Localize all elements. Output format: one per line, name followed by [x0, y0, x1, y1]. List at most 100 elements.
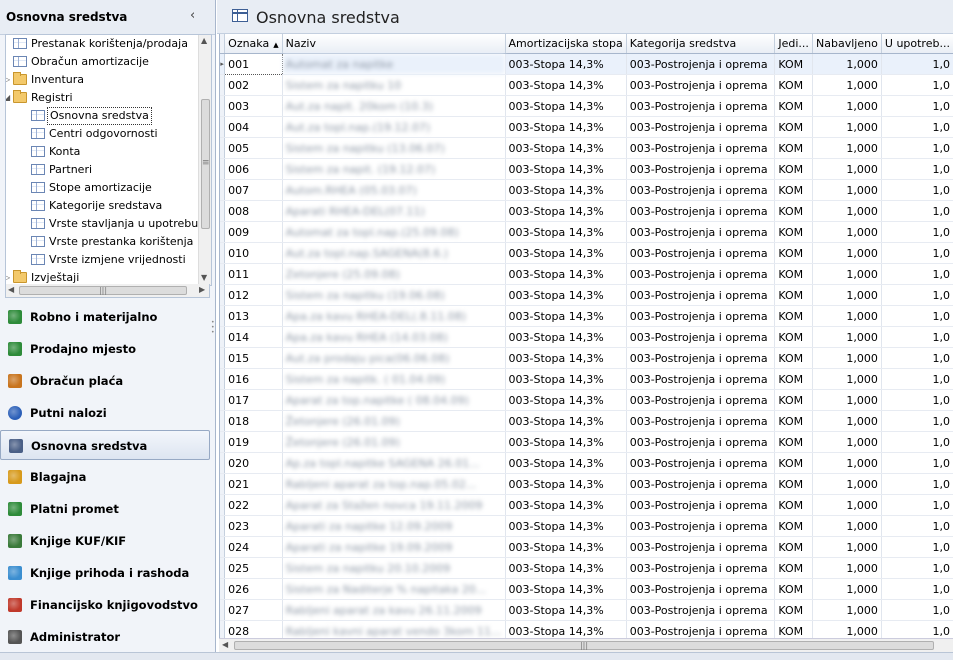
module-bar-chart[interactable]: Financijsko knjigovodstvo: [0, 590, 210, 620]
cell-naziv[interactable]: Aparati za napitke 19.09.2009: [282, 536, 506, 558]
grid-hscroll-thumb[interactable]: |||: [234, 641, 934, 650]
cell-nab[interactable]: 1,000: [812, 431, 882, 453]
cell-naziv[interactable]: Žetonjere (26.01.09): [282, 431, 506, 453]
cell-naziv[interactable]: Apa.za kavu RHEA-DEL(.8.11.08): [282, 305, 506, 327]
cell-stopa[interactable]: 003-Stopa 14,3%: [505, 326, 627, 348]
cell-upo[interactable]: 1,0: [881, 620, 953, 638]
module-cash[interactable]: Blagajna: [0, 462, 210, 492]
cell-naziv[interactable]: Apa.za kavu RHEA (14.03.08): [282, 326, 506, 348]
cell-jed[interactable]: KOM: [774, 221, 814, 243]
cell-kategorija[interactable]: 003-Postrojenja i oprema: [626, 578, 776, 600]
cell-stopa[interactable]: 003-Stopa 14,3%: [505, 452, 627, 474]
cell-kategorija[interactable]: 003-Postrojenja i oprema: [626, 116, 776, 138]
cell-nab[interactable]: 1,000: [812, 473, 882, 495]
cell-jed[interactable]: KOM: [774, 431, 814, 453]
cell-jed[interactable]: KOM: [774, 200, 814, 222]
cell-nab[interactable]: 1,000: [812, 305, 882, 327]
cell-jed[interactable]: KOM: [774, 578, 814, 600]
cell-jed[interactable]: KOM: [774, 620, 814, 638]
cell-kategorija[interactable]: 003-Postrojenja i oprema: [626, 179, 776, 201]
table-row[interactable]: 025 Sistem za napitku 20.10.2009 003-Stopa…: [220, 557, 953, 579]
cell-nab[interactable]: 1,000: [812, 284, 882, 306]
cell-naziv[interactable]: Rabljeni aparat za top.nap.05.02...: [282, 473, 506, 495]
cell-upo[interactable]: 1,0: [881, 347, 953, 369]
cell-oznaka[interactable]: 025: [224, 557, 283, 579]
cell-naziv[interactable]: Aparat za top.napitke ( 08.04.09): [282, 389, 506, 411]
cell-jed[interactable]: KOM: [774, 494, 814, 516]
scroll-left-icon[interactable]: ◀: [8, 285, 14, 294]
table-row[interactable]: 021 Rabljeni aparat za top.nap.05.02... 00…: [220, 473, 953, 495]
cell-jed[interactable]: KOM: [774, 536, 814, 558]
column-header-naziv[interactable]: Naziv: [282, 34, 506, 54]
cell-oznaka[interactable]: 004: [224, 116, 283, 138]
cell-oznaka[interactable]: 005: [224, 137, 283, 159]
cell-nab[interactable]: 1,000: [812, 347, 882, 369]
cell-stopa[interactable]: 003-Stopa 14,3%: [505, 53, 627, 75]
cell-kategorija[interactable]: 003-Postrojenja i oprema: [626, 158, 776, 180]
cell-jed[interactable]: KOM: [774, 515, 814, 537]
module-shield[interactable]: Knjige prihoda i rashoda: [0, 558, 210, 588]
cell-upo[interactable]: 1,0: [881, 473, 953, 495]
cell-upo[interactable]: 1,0: [881, 137, 953, 159]
cell-stopa[interactable]: 003-Stopa 14,3%: [505, 179, 627, 201]
cell-nab[interactable]: 1,000: [812, 578, 882, 600]
cell-stopa[interactable]: 003-Stopa 14,3%: [505, 578, 627, 600]
cell-stopa[interactable]: 003-Stopa 14,3%: [505, 410, 627, 432]
cell-kategorija[interactable]: 003-Postrojenja i oprema: [626, 326, 776, 348]
cell-oznaka[interactable]: 014: [224, 326, 283, 348]
cell-kategorija[interactable]: 003-Postrojenja i oprema: [626, 452, 776, 474]
cell-stopa[interactable]: 003-Stopa 14,3%: [505, 620, 627, 638]
cell-oznaka[interactable]: 011: [224, 263, 283, 285]
cell-kategorija[interactable]: 003-Postrojenja i oprema: [626, 536, 776, 558]
cell-nab[interactable]: 1,000: [812, 200, 882, 222]
cell-upo[interactable]: 1,0: [881, 53, 953, 75]
table-row[interactable]: 010 Aut.za topl.nap.SAGENA(8.6.) 003-Stopa…: [220, 242, 953, 264]
table-row[interactable]: 024 Aparati za napitke 19.09.2009 003-Stop…: [220, 536, 953, 558]
cell-kategorija[interactable]: 003-Postrojenja i oprema: [626, 368, 776, 390]
cell-stopa[interactable]: 003-Stopa 14,3%: [505, 74, 627, 96]
table-row[interactable]: 005 Sistem za napitku (13.06.07) 003-Stopa…: [220, 137, 953, 159]
cell-oznaka[interactable]: 008: [224, 200, 283, 222]
cell-stopa[interactable]: 003-Stopa 14,3%: [505, 137, 627, 159]
table-row[interactable]: 012 Sistem za napitku (19.06.08) 003-Stopa…: [220, 284, 953, 306]
grid-horizontal-scrollbar[interactable]: ◀ |||: [219, 638, 953, 653]
cell-kategorija[interactable]: 003-Postrojenja i oprema: [626, 305, 776, 327]
cell-upo[interactable]: 1,0: [881, 557, 953, 579]
table-row[interactable]: 007 Autom.RHEA (05.03.07) 003-Stopa 14,3% 0…: [220, 179, 953, 201]
cell-kategorija[interactable]: 003-Postrojenja i oprema: [626, 53, 776, 75]
table-row[interactable]: 019 Žetonjere (26.01.09) 003-Stopa 14,3% 00…: [220, 431, 953, 453]
column-header-jedinica[interactable]: Jedi...: [774, 34, 814, 54]
cell-nab[interactable]: 1,000: [812, 221, 882, 243]
cell-nab[interactable]: 1,000: [812, 494, 882, 516]
column-header-kategorija[interactable]: Kategorija sredstva: [626, 34, 776, 54]
table-row[interactable]: 018 Žetonjere (26.01.09) 003-Stopa 14,3% 00…: [220, 410, 953, 432]
cell-kategorija[interactable]: 003-Postrojenja i oprema: [626, 620, 776, 638]
cell-jed[interactable]: KOM: [774, 158, 814, 180]
cell-naziv[interactable]: Aut.za napit. 20kom (10.3): [282, 95, 506, 117]
table-row[interactable]: 004 Aut.za topl.nap.(19.12.07) 003-Stopa 1…: [220, 116, 953, 138]
cell-kategorija[interactable]: 003-Postrojenja i oprema: [626, 347, 776, 369]
cell-nab[interactable]: 1,000: [812, 620, 882, 638]
scroll-right-icon[interactable]: ▶: [199, 285, 205, 294]
cell-jed[interactable]: KOM: [774, 95, 814, 117]
cell-oznaka[interactable]: 017: [224, 389, 283, 411]
cell-upo[interactable]: 1,0: [881, 95, 953, 117]
cell-naziv[interactable]: Automat za napitke: [282, 53, 506, 75]
table-row[interactable]: 014 Apa.za kavu RHEA (14.03.08) 003-Stopa …: [220, 326, 953, 348]
cell-oznaka[interactable]: 020: [224, 452, 283, 474]
cell-stopa[interactable]: 003-Stopa 14,3%: [505, 284, 627, 306]
cell-kategorija[interactable]: 003-Postrojenja i oprema: [626, 557, 776, 579]
cell-upo[interactable]: 1,0: [881, 158, 953, 180]
cell-kategorija[interactable]: 003-Postrojenja i oprema: [626, 515, 776, 537]
cell-naziv[interactable]: Aparati RHEA-DEL(07.11): [282, 200, 506, 222]
cell-oznaka[interactable]: 028: [224, 620, 283, 638]
tree-hscroll-thumb[interactable]: |||: [19, 286, 187, 295]
cell-kategorija[interactable]: 003-Postrojenja i oprema: [626, 389, 776, 411]
table-row[interactable]: 006 Sistem za napit. (19.12.07) 003-Stopa …: [220, 158, 953, 180]
cell-kategorija[interactable]: 003-Postrojenja i oprema: [626, 221, 776, 243]
module-admin[interactable]: Administrator: [0, 622, 210, 652]
cell-jed[interactable]: KOM: [774, 284, 814, 306]
cell-upo[interactable]: 1,0: [881, 494, 953, 516]
table-row[interactable]: 009 Automat za topl.nap.(25.09.08) 003-Sto…: [220, 221, 953, 243]
table-row[interactable]: 011 Zetonjere (25.09.08) 003-Stopa 14,3% 00…: [220, 263, 953, 285]
